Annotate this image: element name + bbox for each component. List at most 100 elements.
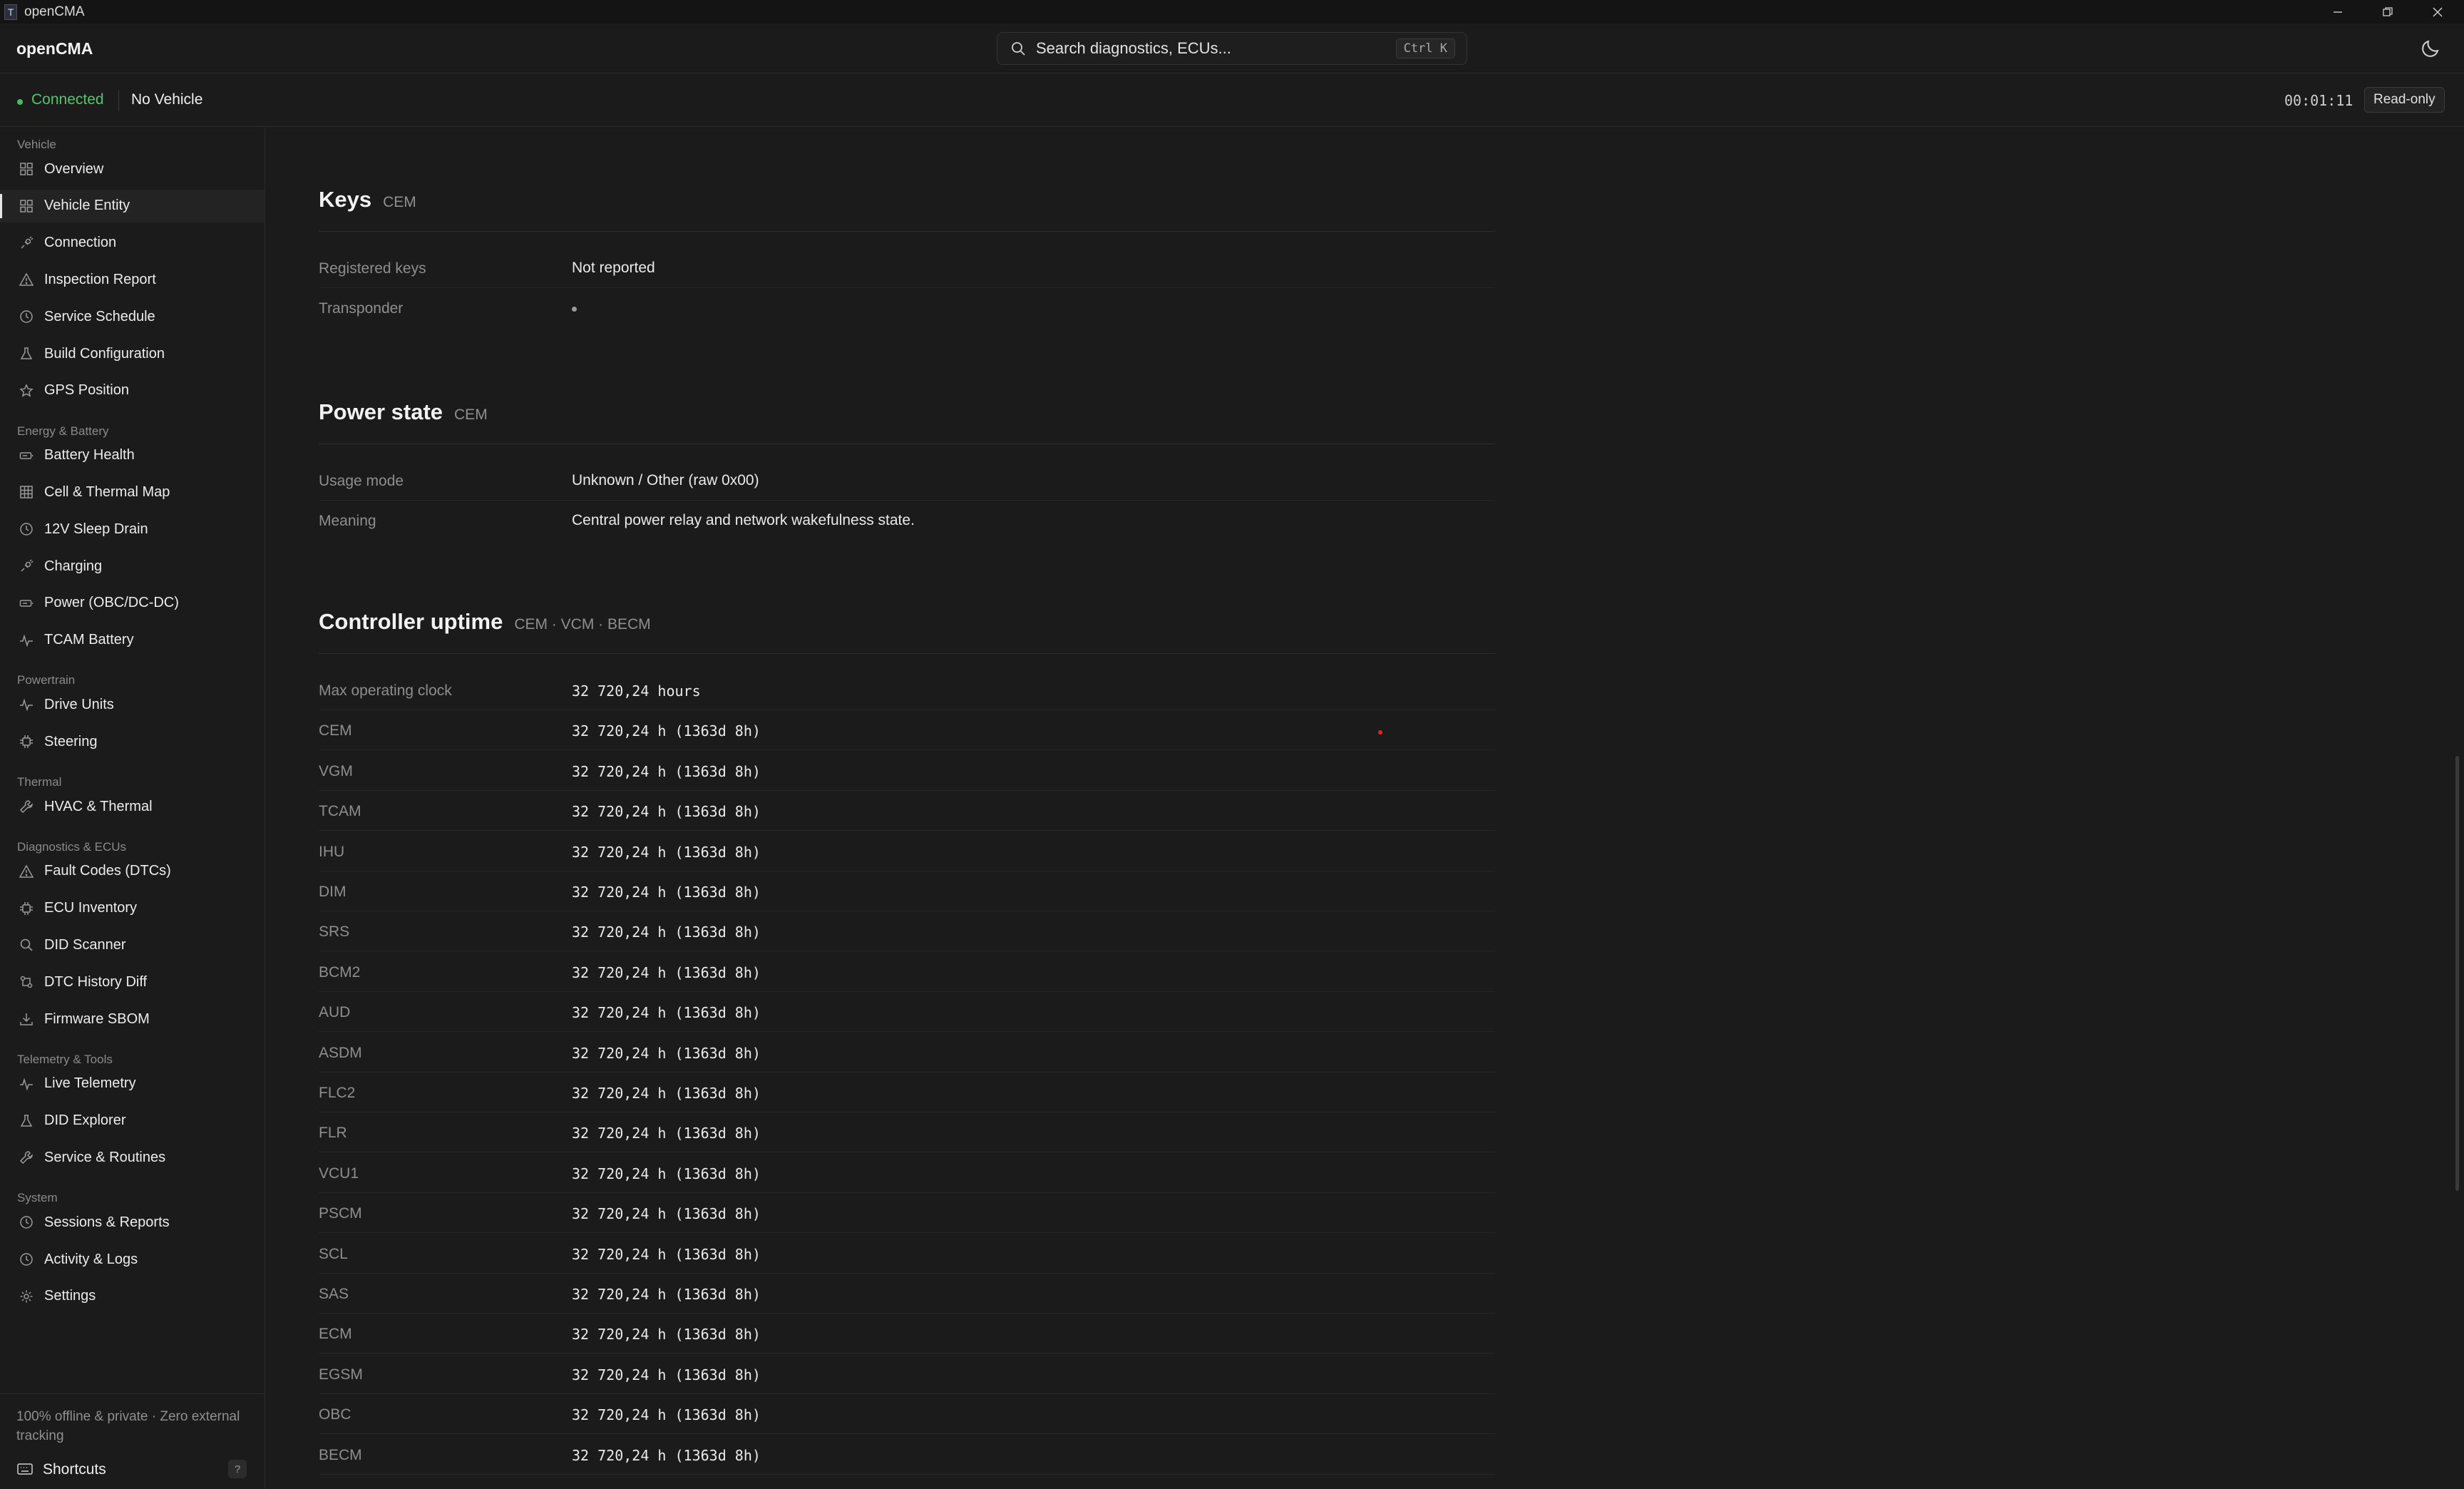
section-source-tag: CEM <box>383 194 416 210</box>
pulse-icon <box>19 633 34 648</box>
sidebar-item-tcam-battery[interactable]: TCAM Battery <box>0 624 265 657</box>
sidebar-item-label: DTC History Diff <box>44 973 148 990</box>
sidebar-item-live-telemetry[interactable]: Live Telemetry <box>0 1068 265 1100</box>
keys-section-title: Keys CEM <box>319 187 416 213</box>
sidebar-item-label: Build Configuration <box>44 345 165 362</box>
minimize-icon[interactable] <box>2313 0 2363 24</box>
uptime-row: IHU 32 720,24 h (1363d 8h) <box>319 832 1495 871</box>
row-key: VGM <box>319 762 353 779</box>
status-divider <box>118 90 119 111</box>
row-key: DIM <box>319 884 346 900</box>
uptime-row: SRS 32 720,24 h (1363d 8h) <box>319 911 1495 952</box>
main-content: Keys CEM Registered keys Not reported Tr… <box>266 128 2464 1489</box>
sidebar-item-sessions-reports[interactable]: Sessions & Reports <box>0 1206 265 1239</box>
wrench-icon <box>19 799 34 814</box>
row-key: ASDM <box>319 1044 362 1061</box>
sidebar-item-battery-health[interactable]: Battery Health <box>0 439 265 472</box>
sidebar-item-activity-logs[interactable]: Activity & Logs <box>0 1243 265 1276</box>
row-key: FLR <box>319 1125 347 1142</box>
sidebar-item-did-explorer[interactable]: DID Explorer <box>0 1105 265 1137</box>
sidebar-item-service-routines[interactable]: Service & Routines <box>0 1141 265 1174</box>
row-key: SCL <box>319 1245 348 1262</box>
shortcuts-label: Shortcuts <box>43 1461 106 1478</box>
row-key: BECM <box>319 1446 362 1463</box>
sidebar-item-label: Service Schedule <box>44 308 155 324</box>
row-value: 32 720,24 hours <box>572 682 701 700</box>
plug-icon <box>19 235 34 251</box>
row-value: 32 720,24 h (1363d 8h) <box>572 1406 761 1424</box>
sidebar-item-12v-sleep-drain[interactable]: 12V Sleep Drain <box>0 513 265 546</box>
sidebar-item-gps-position[interactable]: GPS Position <box>0 374 265 407</box>
close-icon[interactable] <box>2413 0 2463 24</box>
row-value: 32 720,24 h (1363d 8h) <box>572 1366 761 1383</box>
warning-icon <box>19 864 34 879</box>
sidebar-item-settings[interactable]: Settings <box>0 1280 265 1313</box>
uptime-row: FLC2 32 720,24 h (1363d 8h) <box>319 1073 1495 1112</box>
table-icon <box>19 484 34 500</box>
sidebar-item-drive-units[interactable]: Drive Units <box>0 688 265 721</box>
sidebar-footer: 100% offline & private · Zero external t… <box>0 1393 265 1478</box>
row-value: 32 720,24 h (1363d 8h) <box>572 1286 761 1303</box>
sidebar-item-inspection-report[interactable]: Inspection Report <box>0 263 265 296</box>
sidebar-item-service-schedule[interactable]: Service Schedule <box>0 300 265 333</box>
sidebar-item-did-scanner[interactable]: DID Scanner <box>0 928 265 961</box>
star-icon <box>19 383 34 399</box>
section-source-tag: CEM · VCM · BECM <box>514 616 651 633</box>
row-key: Transponder <box>319 300 404 317</box>
sidebar-item-power-obc-dc-dc[interactable]: Power (OBC/DC-DC) <box>0 587 265 620</box>
sidebar-item-label: Battery Health <box>44 447 135 464</box>
row-key: EGSM <box>319 1366 363 1383</box>
uptime-row: VCU1 32 720,24 h (1363d 8h) <box>319 1153 1495 1193</box>
cursor-marker <box>1378 730 1382 735</box>
brand-title: openCMA <box>16 39 93 58</box>
sidebar-item-firmware-sbom[interactable]: Firmware SBOM <box>0 1003 265 1035</box>
pulse-icon <box>19 697 34 712</box>
sidebar-item-cell-thermal-map[interactable]: Cell & Thermal Map <box>0 476 265 508</box>
uptime-row: CEM 32 720,24 h (1363d 8h) <box>319 710 1495 751</box>
sidebar-item-dtc-history-diff[interactable]: DTC History Diff <box>0 966 265 998</box>
sidebar-item-hvac-thermal[interactable]: HVAC & Thermal <box>0 790 265 823</box>
uptime-row: EGSM 32 720,24 h (1363d 8h) <box>319 1354 1495 1394</box>
sidebar-item-label: Service & Routines <box>44 1149 166 1165</box>
row-key: CEM <box>319 722 352 740</box>
row-value: 32 720,24 h (1363d 8h) <box>572 884 761 901</box>
row-key: SAS <box>319 1286 349 1302</box>
sidebar-item-charging[interactable]: Charging <box>0 550 265 583</box>
diff-icon <box>19 974 34 990</box>
row-key: Meaning <box>319 513 376 529</box>
uptime-row: OBC 32 720,24 h (1363d 8h) <box>319 1394 1495 1435</box>
power-row: Meaning Central power relay and network … <box>319 501 1495 541</box>
search-icon <box>1012 42 1025 56</box>
row-value: 32 720,24 h (1363d 8h) <box>572 1446 761 1464</box>
sidebar: Vehicle Overview Vehicle Entity Connection I… <box>0 128 265 1489</box>
sidebar-item-label: GPS Position <box>44 382 129 399</box>
row-key: TCAM <box>319 803 361 820</box>
row-value: 32 720,24 h (1363d 8h) <box>572 1004 761 1022</box>
keys-row: Registered keys Not reported <box>319 248 1495 288</box>
sidebar-item-label: DID Scanner <box>44 936 126 953</box>
sidebar-item-label: Connection <box>44 235 117 251</box>
row-key: IHU <box>319 843 345 860</box>
sidebar-item-label: 12V Sleep Drain <box>44 521 148 537</box>
sidebar-item-vehicle-entity[interactable]: Vehicle Entity <box>0 189 265 222</box>
sidebar-item-steering[interactable]: Steering <box>0 725 265 758</box>
search-input[interactable]: Search diagnostics, ECUs... Ctrl K <box>997 32 1467 65</box>
warning-icon <box>19 272 34 287</box>
moon-icon[interactable] <box>2420 38 2441 59</box>
shortcuts-button[interactable]: Shortcuts ? <box>0 1451 265 1488</box>
row-value: 32 720,24 h (1363d 8h) <box>572 1205 761 1223</box>
clock-icon <box>19 1252 34 1267</box>
read-only-badge[interactable]: Read-only <box>2364 87 2445 113</box>
main-scrollbar[interactable] <box>2455 756 2459 1191</box>
sidebar-item-connection[interactable]: Connection <box>0 227 265 260</box>
row-key: Registered keys <box>319 260 426 277</box>
sidebar-item-ecu-inventory[interactable]: ECU Inventory <box>0 892 265 925</box>
restore-icon[interactable] <box>2363 0 2413 24</box>
uptime-row: SCL 32 720,24 h (1363d 8h) <box>319 1234 1495 1274</box>
chip-icon <box>19 734 34 749</box>
row-key: VCU1 <box>319 1165 359 1182</box>
sidebar-item-build-configuration[interactable]: Build Configuration <box>0 337 265 370</box>
sidebar-item-overview[interactable]: Overview <box>0 153 265 185</box>
uptime-row: Max operating clock 32 720,24 hours <box>319 670 1495 710</box>
sidebar-item-fault-codes-dtcs[interactable]: Fault Codes (DTCs) <box>0 855 265 888</box>
